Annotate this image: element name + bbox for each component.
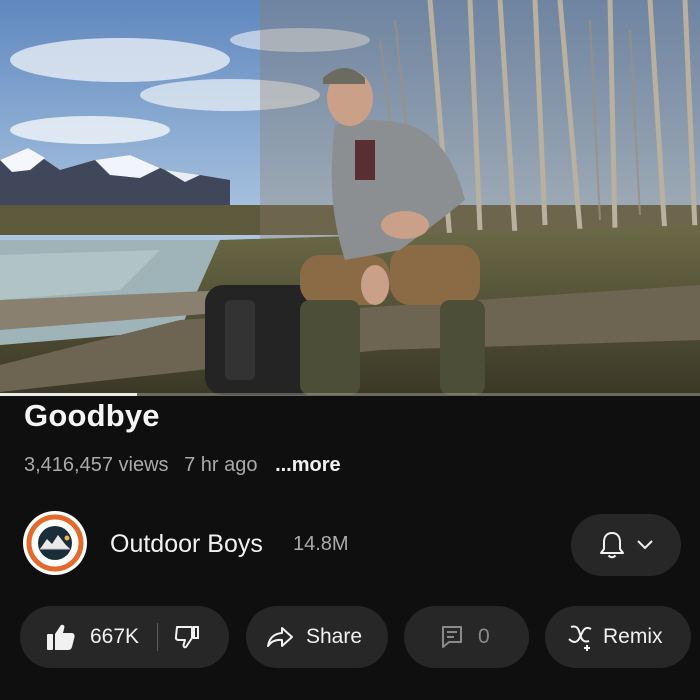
- more-link[interactable]: ...more: [275, 454, 341, 476]
- comments-button[interactable]: 0: [404, 606, 529, 668]
- share-button[interactable]: Share: [246, 606, 388, 668]
- like-dislike-group: 667K: [20, 606, 229, 668]
- share-label: Share: [306, 625, 363, 648]
- comments-count: 0: [478, 625, 490, 648]
- remix-label: Remix: [603, 625, 663, 648]
- chevron-down-icon: [636, 539, 654, 551]
- share-arrow-icon: [266, 625, 294, 649]
- outdoor-boys-logo: [24, 512, 86, 574]
- comment-icon: [440, 624, 464, 650]
- thumbs-down-icon[interactable]: [174, 624, 200, 650]
- thumbs-up-icon[interactable]: [46, 623, 76, 651]
- channel-avatar[interactable]: [23, 511, 87, 575]
- bell-icon: [598, 530, 626, 560]
- watch-page: Goodbye 3,416,457 views 7 hr ago ...more…: [0, 0, 700, 700]
- video-meta[interactable]: 3,416,457 views 7 hr ago ...more: [24, 454, 351, 477]
- progress-bar[interactable]: [0, 393, 700, 396]
- subscriber-count: 14.8M: [293, 533, 349, 555]
- remix-icon: [565, 623, 595, 651]
- progress-bar-fill: [0, 393, 137, 396]
- remix-button[interactable]: Remix: [545, 606, 691, 668]
- notification-bell-button[interactable]: [571, 514, 681, 576]
- video-player[interactable]: [0, 0, 700, 396]
- upload-age: 7 hr ago: [184, 454, 258, 476]
- like-divider: [157, 623, 159, 651]
- video-frame: [0, 0, 700, 396]
- video-title[interactable]: Goodbye: [24, 398, 160, 434]
- channel-name[interactable]: Outdoor Boys: [110, 530, 263, 559]
- like-count[interactable]: 667K: [90, 625, 139, 649]
- view-count: 3,416,457 views: [24, 454, 169, 476]
